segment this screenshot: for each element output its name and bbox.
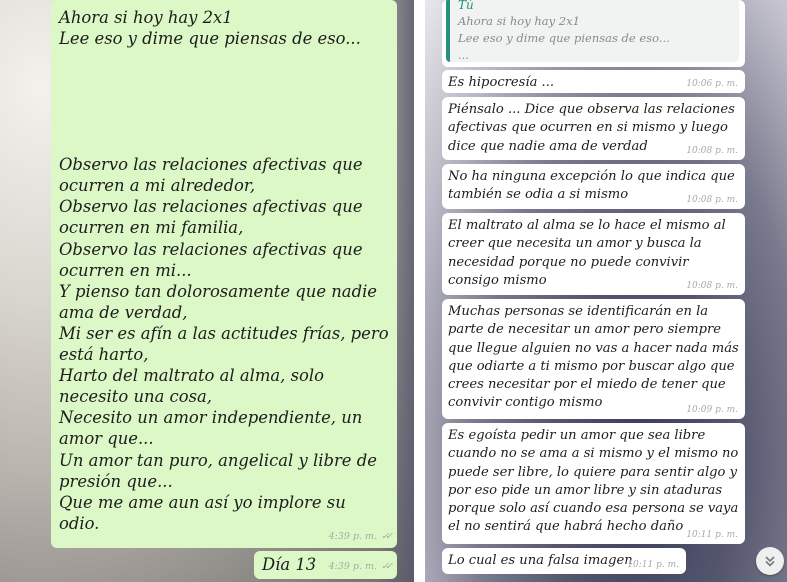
poem-line: Observo las relaciones afectivas que ocu… <box>59 239 363 280</box>
message-time: 10:08 p. m. <box>686 281 738 291</box>
incoming-message[interactable]: No ha ninguna excepción lo que indica qu… <box>442 164 745 209</box>
poem-line: Observo las relaciones afectivas que ocu… <box>59 155 363 196</box>
read-ticks-icon: ✓✓ <box>381 531 393 542</box>
poem-line: Harto del maltrato al alma, solo necesit… <box>59 366 324 407</box>
poem-line: Y pienso tan dolorosamente que nadie ama… <box>59 281 378 322</box>
quote-line: ... <box>458 48 469 62</box>
message-text: El maltrato al alma se lo hace el mismo … <box>448 218 726 288</box>
incoming-message[interactable]: Es egoísta pedir un amor que sea libre c… <box>442 423 745 544</box>
message-time: 10:08 p. m. <box>686 195 738 205</box>
poem-line: Que me ame aun así yo implore su odio. <box>59 492 346 533</box>
message-line: Ahora si hoy hay 2x1 <box>59 8 233 27</box>
poem-line: Observo las relaciones afectivas que ocu… <box>59 197 363 238</box>
message-line: Lee eso y dime que piensas de eso... <box>59 29 361 49</box>
chevron-double-down-icon <box>765 556 775 567</box>
incoming-message[interactable]: Piénsalo ... Dice que observa las relaci… <box>442 97 745 160</box>
message-time: 10:08 p. m. <box>686 146 738 156</box>
read-ticks-icon: ✓✓ <box>381 561 393 572</box>
quote-author: Tú <box>458 0 474 12</box>
incoming-message[interactable]: Lo cual es una falsa imagen 10:11 p. m. <box>442 548 686 574</box>
quoted-message[interactable]: Tú Ahora si hoy hay 2x1 Lee eso y dime q… <box>446 0 739 62</box>
incoming-message[interactable]: El maltrato al alma se lo hace el mismo … <box>442 213 745 295</box>
incoming-message-quote[interactable]: Tú Ahora si hoy hay 2x1 Lee eso y dime q… <box>442 0 745 67</box>
message-time: 10:11 p. m. <box>627 560 679 570</box>
message-time: 10:11 p. m. <box>686 530 738 540</box>
message-text: Es egoísta pedir un amor que sea libre c… <box>448 428 739 535</box>
quote-line: Lee eso y dime que piensas de eso... <box>458 31 670 45</box>
message-time: 10:06 p. m. <box>686 79 738 89</box>
message-meta: 4:39 p. m. ✓✓ <box>328 561 393 572</box>
incoming-message[interactable]: Es hipocresía ... 10:06 p. m. <box>442 70 745 93</box>
message-time: 10:09 p. m. <box>686 405 738 415</box>
outgoing-message-poem[interactable]: Ahora si hoy hay 2x1 Lee eso y dime que … <box>51 0 397 548</box>
quote-line: Ahora si hoy hay 2x1 <box>458 14 580 28</box>
poem-line: Mi ser es afín a las actitudes frías, pe… <box>59 323 389 365</box>
message-meta: 4:39 p. m. ✓✓ <box>328 531 393 542</box>
poem-line: Necesito un amor independiente, un amor … <box>59 408 363 449</box>
scroll-to-bottom-button[interactable] <box>756 547 784 575</box>
message-time: 4:39 p. m. <box>328 531 378 542</box>
outgoing-message-day[interactable]: Día 13 4:39 p. m. ✓✓ <box>254 551 397 579</box>
message-time: 4:39 p. m. <box>328 561 378 572</box>
message-text: Muchas personas se identificarán en la p… <box>448 304 739 411</box>
message-text: Día 13 <box>262 555 317 574</box>
poem-line: Un amor tan puro, angelical y libre de p… <box>59 450 377 491</box>
incoming-message[interactable]: Muchas personas se identificarán en la p… <box>442 299 745 419</box>
